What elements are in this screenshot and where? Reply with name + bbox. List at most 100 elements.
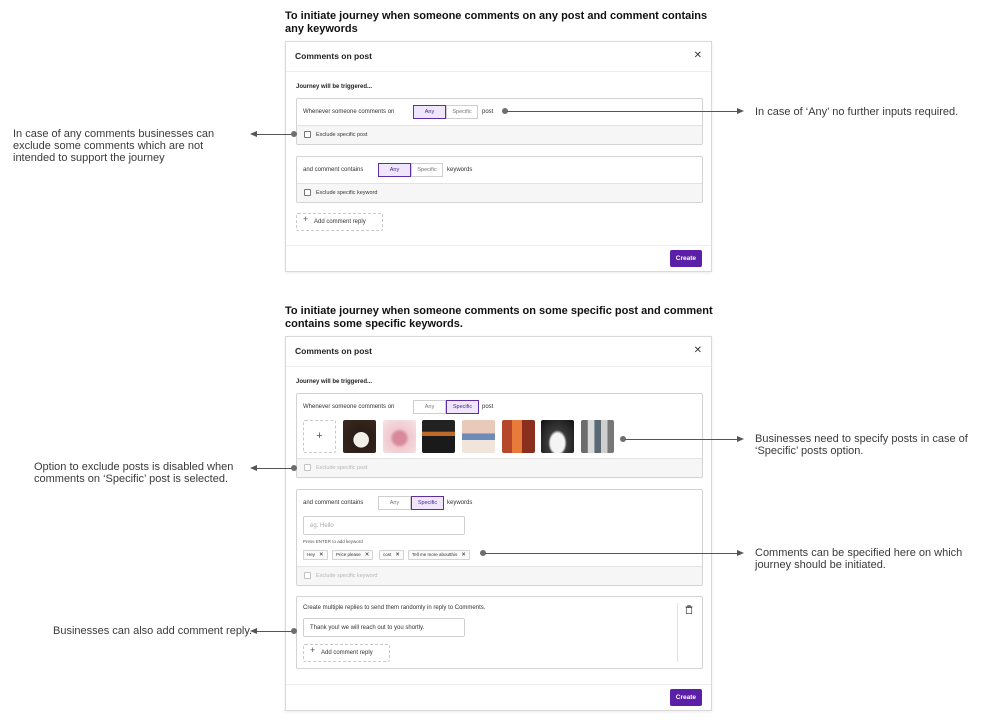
keyword-suffix: keywords [447,500,473,506]
arrow-left-icon [250,130,257,137]
remove-chip-icon[interactable]: ✕ [319,552,324,558]
exclude-post-label: Exclude specific post [316,465,368,471]
keyword-chip: cost ✕ [379,550,404,560]
modal-header: Comments on post ✕ [286,337,711,367]
annotation-line [257,134,293,135]
post-condition-label: Whenever someone comments on [303,109,395,115]
keyword-condition-label: and comment contains [303,167,364,173]
arrow-left-icon [250,627,257,634]
exclude-keyword-checkbox[interactable] [304,189,311,196]
exclude-post-label: Exclude specific post [316,132,368,138]
keyword-condition-box: and comment contains Any Specific keywor… [296,156,703,203]
post-specific-option[interactable]: Specific [446,400,479,414]
add-comment-reply-button[interactable]: + Add comment reply [303,644,390,662]
modal-header: Comments on post ✕ [286,42,711,72]
any-note: In case of ‘Any’ no further inputs requi… [755,106,959,118]
post-thumbnail[interactable] [462,420,495,453]
exclude-keyword-label: Exclude specific keyword [316,190,378,196]
comments-modal-any: Comments on post ✕ Journey will be trigg… [285,41,712,272]
add-comment-reply-label: Add comment reply [314,219,366,225]
exclude-post-checkbox [304,464,311,471]
comments-modal-specific: Comments on post ✕ Journey will be trigg… [285,336,712,711]
annotation-dot [291,628,297,634]
post-thumbnail[interactable] [343,420,376,453]
exclude-note: In case of any comments businesses can e… [13,128,215,164]
add-post-button[interactable]: + [303,420,336,453]
exclude-keyword-strip: Exclude specific keyword [297,183,702,202]
arrow-right-icon [737,435,744,442]
remove-chip-icon[interactable]: ✕ [395,552,400,558]
post-condition-label: Whenever someone comments on [303,404,395,410]
plus-icon: + [310,645,316,655]
exclude-keyword-strip: Exclude specific keyword [297,566,702,585]
annotation-line [257,468,293,469]
reply-note: Businesses can also add comment reply. [53,625,253,637]
annotation-line [257,631,293,632]
specific-posts-note: Businesses need to specify posts in case… [755,433,968,457]
modal-title: Comments on post [295,346,372,356]
post-any-option[interactable]: Any [413,105,446,119]
keyword-specific-option[interactable]: Specific [411,163,443,177]
reply-input[interactable]: Thank you! we will reach out to you shor… [303,618,465,637]
chip-label: Price please [336,552,361,557]
post-suffix: post [482,109,494,115]
reply-box-label: Create multiple replies to send them ran… [303,605,486,611]
section2-heading: To initiate journey when someone comment… [285,305,713,330]
keyword-chip: Tell me more aboutthis ✕ [408,550,470,560]
exclude-post-checkbox[interactable] [304,131,311,138]
exclude-post-strip: Exclude specific post [297,125,702,144]
exclude-keyword-label: Exclude specific keyword [316,573,378,579]
annotation-line [625,439,737,440]
modal-footer: Create [286,684,711,710]
arrow-left-icon [250,464,257,471]
post-thumbnail[interactable] [581,420,614,453]
section1-heading: To initiate journey when someone comment… [285,10,708,35]
plus-icon: + [316,430,323,442]
arrow-right-icon [737,549,744,556]
trigger-label: Journey will be triggered... [296,84,373,90]
annotation-line [485,553,737,554]
add-comment-reply-button[interactable]: + Add comment reply [296,213,383,231]
exclude-keyword-checkbox[interactable] [304,572,311,579]
post-specific-option[interactable]: Specific [446,105,478,119]
exclude-post-strip: Exclude specific post [297,458,702,477]
keywords-note: Comments can be specified here on which … [755,547,963,571]
divider [677,603,678,662]
create-button[interactable]: Create [669,250,702,267]
annotation-line [507,111,737,112]
plus-icon: + [303,214,309,224]
annotation-dot [291,465,297,471]
keyword-any-option[interactable]: Any [378,163,411,177]
keyword-condition-box: and comment contains Any Specific keywor… [296,489,703,586]
close-icon[interactable]: ✕ [694,345,702,357]
close-icon[interactable]: ✕ [694,50,702,62]
post-any-option[interactable]: Any [413,400,446,414]
comment-reply-box: Create multiple replies to send them ran… [296,596,703,669]
arrow-right-icon [737,107,744,114]
keyword-specific-option[interactable]: Specific [411,496,444,510]
keyword-chip: Price please ✕ [332,550,374,560]
modal-title: Comments on post [295,51,372,61]
post-condition-box: Whenever someone comments on Any Specifi… [296,393,703,478]
reply-input-value: Thank you! we will reach out to you shor… [310,625,425,631]
keyword-any-option[interactable]: Any [378,496,411,510]
keyword-input[interactable]: eg. Hello [303,516,465,535]
annotation-dot [291,131,297,137]
remove-chip-icon[interactable]: ✕ [461,552,466,558]
chip-label: cost [383,552,392,557]
trash-icon[interactable] [685,605,693,614]
post-thumbnail[interactable] [383,420,416,453]
keyword-suffix: keywords [447,167,473,173]
post-thumbnail[interactable] [502,420,535,453]
modal-footer: Create [286,245,711,271]
keyword-hint: Press ENTER to add keyword [303,539,363,544]
trigger-label: Journey will be triggered... [296,379,373,385]
keyword-chip: Hey ✕ [303,550,328,560]
post-thumbnail[interactable] [422,420,455,453]
create-button[interactable]: Create [669,689,702,706]
keyword-input-placeholder: eg. Hello [310,523,334,529]
post-suffix: post [482,404,494,410]
add-comment-reply-label: Add comment reply [321,650,373,656]
post-thumbnail[interactable] [541,420,574,453]
remove-chip-icon[interactable]: ✕ [365,552,370,558]
